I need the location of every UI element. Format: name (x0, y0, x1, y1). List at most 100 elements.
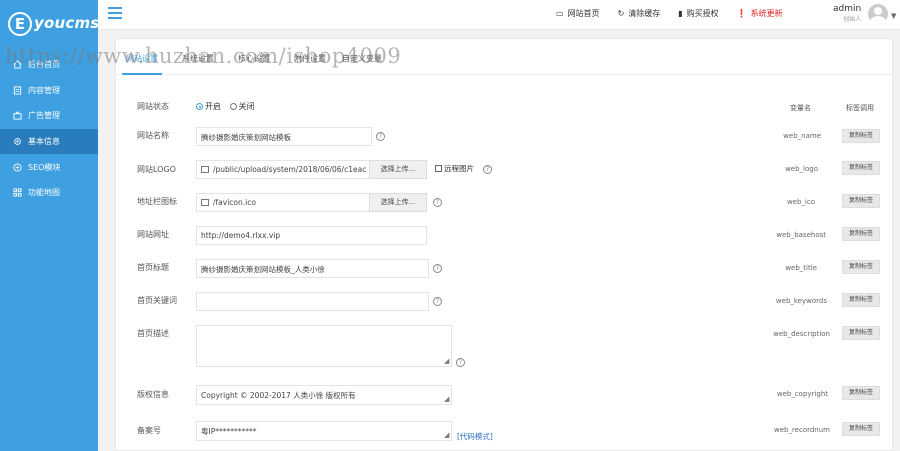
site-home-link[interactable]: ▭ 网站首页 (556, 8, 600, 19)
clear-cache-link[interactable]: ↻ 清除缓存 (618, 8, 661, 19)
clear-cache-label: 清除缓存 (628, 9, 661, 18)
sidebar-item-basic-info[interactable]: 基本信息 (0, 128, 98, 155)
top-links: ▭ 网站首页 ↻ 清除缓存 ▮ 购买授权 ❗ 系统更新 (556, 8, 783, 19)
resize-handle-icon[interactable]: ◢ (444, 395, 449, 403)
sidebar-item-content[interactable]: 内容管理 (0, 78, 98, 104)
top-bar: ▭ 网站首页 ↻ 清除缓存 ▮ 购买授权 ❗ 系统更新 admin 创始人 ▼ (98, 0, 900, 30)
site-name-input[interactable]: 腾纱摄影婚庆策划网站模板 (196, 127, 372, 146)
document-icon (12, 85, 22, 95)
ad-icon (12, 111, 22, 121)
status-on-option[interactable]: 开启 (196, 102, 221, 111)
var-name: web_basehost (776, 231, 826, 239)
user-role: 创始人 (843, 16, 862, 23)
user-menu[interactable]: admin 创始人 (833, 4, 861, 23)
help-icon[interactable]: ? (483, 165, 492, 174)
home-description-textarea[interactable] (196, 325, 452, 367)
settings-panel: 网站设置 系统设置 核心设置 附件设置 自定义变量 变量名 标签调用 网站状态 … (115, 38, 894, 451)
help-icon[interactable]: ? (433, 198, 442, 207)
monitor-icon: ▭ (556, 9, 564, 18)
var-name: web_ico (786, 198, 815, 206)
status-on-label: 开启 (205, 102, 221, 111)
sidebar-item-seo[interactable]: SEO模块 (0, 154, 98, 180)
logo[interactable]: E youcms (8, 12, 99, 36)
home-icon (12, 60, 22, 70)
tab-core-settings[interactable]: 核心设置 (238, 53, 270, 64)
sidebar-item-feature-map[interactable]: 功能地图 (0, 180, 98, 206)
alert-icon: ❗ (736, 9, 747, 18)
sidebar-item-home[interactable]: 后台首页 (0, 52, 98, 78)
user-name: admin (833, 4, 862, 14)
var-name: web_recordnum (773, 426, 830, 434)
copy-tag-button[interactable]: 复制标签 (842, 161, 880, 175)
copy-tag-button[interactable]: 复制标签 (842, 194, 880, 208)
tab-custom-variables[interactable]: 自定义变量 (342, 53, 382, 64)
help-icon[interactable]: ? (433, 297, 442, 306)
remote-image-option[interactable]: 远程图片 (435, 163, 474, 174)
copy-tag-button[interactable]: 复制标签 (842, 326, 880, 340)
help-icon[interactable]: ? (433, 264, 442, 273)
image-icon (201, 166, 209, 173)
sidebar-item-ads[interactable]: 广告管理 (0, 103, 98, 129)
favicon-label: 地址栏图标 (137, 197, 177, 206)
sidebar-item-label: 后台首页 (28, 60, 60, 70)
status-off-option[interactable]: 关闭 (229, 102, 255, 111)
site-url-label: 网站网址 (137, 230, 169, 239)
logo-label: 网站LOGO (137, 165, 176, 174)
status-label: 网站状态 (137, 102, 169, 111)
remote-image-checkbox[interactable] (435, 165, 442, 172)
radio-off[interactable] (229, 103, 237, 110)
help-icon[interactable]: ? (456, 358, 465, 367)
code-mode-link[interactable]: [代码模式] (457, 431, 493, 442)
copy-tag-button[interactable]: 复制标签 (842, 129, 880, 143)
copyright-textarea[interactable]: Copyright © 2002-2017 人类小徐 版权所有 (196, 385, 452, 405)
var-name: web_description (773, 330, 830, 338)
logo-path-input[interactable]: /public/upload/system/2018/06/06/c1eac (196, 160, 370, 179)
record-number-textarea[interactable]: 粤IP*********** (196, 421, 452, 441)
var-name: web_copyright (776, 390, 828, 398)
sidebar-item-label: 内容管理 (28, 85, 60, 95)
home-title-label: 首页标题 (137, 263, 169, 272)
grid-icon (12, 188, 22, 198)
copyright-label: 版权信息 (137, 390, 169, 399)
sidebar-item-label: 基本信息 (28, 137, 60, 147)
tab-system-settings[interactable]: 系统设置 (182, 53, 214, 64)
bookmark-icon: ▮ (678, 9, 683, 18)
site-url-input[interactable]: http://demo4.rlxx.vip (196, 226, 427, 245)
menu-toggle-icon[interactable] (108, 7, 122, 19)
tab-attachment-settings[interactable]: 附件设置 (294, 53, 326, 64)
home-keywords-input[interactable] (196, 292, 429, 311)
copy-tag-button[interactable]: 复制标签 (842, 422, 880, 436)
var-name: web_name (783, 132, 821, 140)
copy-tag-button[interactable]: 复制标签 (842, 227, 880, 241)
active-tab-indicator (122, 73, 162, 75)
help-icon[interactable]: ? (376, 132, 385, 141)
buy-license-link[interactable]: ▮ 购买授权 (678, 8, 718, 19)
refresh-icon: ↻ (617, 9, 625, 18)
seo-icon (12, 162, 22, 172)
logo-text: youcms (34, 14, 100, 32)
var-name: web_title (785, 264, 817, 272)
resize-handle-icon[interactable]: ◢ (444, 357, 449, 365)
sidebar: E youcms 后台首页 内容管理 广告管理 基本信息 SEO模块 功能地图 (0, 0, 99, 451)
favicon-upload-button[interactable]: 选择上传... (369, 193, 427, 212)
tab-site-settings[interactable]: 网站设置 (126, 53, 158, 64)
copy-tag-button[interactable]: 复制标签 (842, 386, 880, 400)
copy-tag-button[interactable]: 复制标签 (842, 260, 880, 274)
home-title-input[interactable]: 腾纱摄影婚庆策划网站模板_人类小徐 (196, 259, 429, 278)
radio-on[interactable] (196, 103, 203, 110)
status-radio-group: 开启 关闭 (196, 101, 255, 112)
favicon-path-input[interactable]: /favicon.ico (196, 193, 370, 212)
image-icon (201, 199, 209, 206)
gear-icon (12, 137, 22, 147)
var-name: web_keywords (775, 297, 827, 305)
remote-image-label: 远程图片 (444, 164, 474, 173)
logo-upload-button[interactable]: 选择上传... (369, 160, 427, 179)
avatar[interactable] (868, 4, 888, 24)
column-header-varname: 变量名 (790, 104, 811, 112)
sidebar-nav: 后台首页 内容管理 广告管理 基本信息 SEO模块 功能地图 (0, 52, 98, 206)
logo-path-value: /public/upload/system/2018/06/06/c1eac (213, 165, 367, 174)
copy-tag-button[interactable]: 复制标签 (842, 293, 880, 307)
resize-handle-icon[interactable]: ◢ (444, 431, 449, 439)
system-update-link[interactable]: ❗ 系统更新 (737, 8, 783, 19)
chevron-down-icon[interactable]: ▼ (891, 12, 896, 20)
